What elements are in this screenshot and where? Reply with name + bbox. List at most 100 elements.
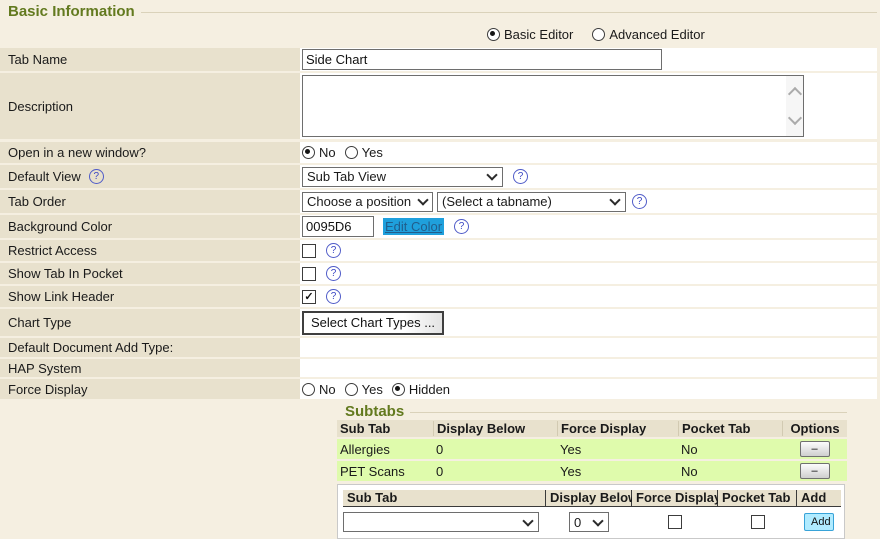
table-row: PET Scans 0 Yes No – xyxy=(337,461,847,481)
radio-selected-icon xyxy=(392,383,405,396)
tab-order-row: Tab Order Choose a position (Select a ta… xyxy=(0,190,877,213)
chevron-down-icon xyxy=(592,515,603,526)
default-document-add-type-label: Default Document Add Type: xyxy=(0,338,300,357)
open-new-window-row: Open in a new window? No Yes xyxy=(0,142,877,163)
editor-mode-group: Basic Editor Advanced Editor xyxy=(487,26,877,43)
tab-order-label: Tab Order xyxy=(0,190,300,213)
tab-order-tabname-select[interactable]: (Select a tabname) xyxy=(437,192,626,212)
basic-editor-radio[interactable]: Basic Editor xyxy=(487,27,573,42)
column-header-sub-tab: Sub Tab xyxy=(337,421,433,436)
background-color-row: Background Color Edit Color ? xyxy=(0,215,877,238)
default-view-selected-value: Sub Tab View xyxy=(307,169,386,184)
pocket-tab-cell: No xyxy=(678,464,782,479)
help-icon[interactable]: ? xyxy=(326,266,341,281)
tabname-selected-value: (Select a tabname) xyxy=(442,194,552,209)
textarea-scrollbar[interactable] xyxy=(786,76,803,136)
default-view-select[interactable]: Sub Tab View xyxy=(302,167,503,187)
description-row: Description xyxy=(0,73,877,139)
background-color-label: Background Color xyxy=(0,215,300,238)
default-view-label: Default View ? xyxy=(0,165,300,188)
show-link-header-label: Show Link Header xyxy=(0,286,300,307)
help-icon[interactable]: ? xyxy=(326,243,341,258)
column-header-force-display: Force Display xyxy=(557,421,678,436)
chevron-down-icon xyxy=(486,169,497,180)
select-chart-types-button[interactable]: Select Chart Types ... xyxy=(302,311,444,335)
section-header: Basic Information xyxy=(0,0,877,22)
force-display-label: Force Display xyxy=(0,379,300,399)
add-table-header: Sub Tab Display Below Force Display Pock… xyxy=(343,490,841,507)
radio-selected-icon xyxy=(302,146,315,159)
show-tab-in-pocket-checkbox[interactable] xyxy=(302,267,316,281)
show-tab-in-pocket-row: Show Tab In Pocket ? xyxy=(0,263,877,284)
radio-unselected-icon xyxy=(345,383,358,396)
scroll-up-icon[interactable] xyxy=(787,87,801,101)
subtabs-title: Subtabs xyxy=(345,403,404,420)
subtab-name-cell: PET Scans xyxy=(337,464,433,479)
remove-subtab-button[interactable]: – xyxy=(800,463,830,479)
help-icon[interactable]: ? xyxy=(326,289,341,304)
default-view-row: Default View ? Sub Tab View ? xyxy=(0,165,877,188)
radio-selected-icon xyxy=(487,28,500,41)
force-display-radio-yes[interactable]: Yes xyxy=(345,382,383,397)
force-display-cell: Yes xyxy=(557,464,678,479)
chart-type-row: Chart Type Select Chart Types ... xyxy=(0,309,877,336)
open-new-window-radio-no[interactable]: No xyxy=(302,145,336,160)
page-title: Basic Information xyxy=(8,3,135,20)
help-icon[interactable]: ? xyxy=(632,194,647,209)
description-label: Description xyxy=(0,73,300,139)
tab-order-position-select[interactable]: Choose a position xyxy=(302,192,433,212)
default-document-add-type-row: Default Document Add Type: xyxy=(0,338,877,357)
radio-unselected-icon xyxy=(592,28,605,41)
open-new-window-radio-yes[interactable]: Yes xyxy=(345,145,383,160)
subtabs-table-header: Sub Tab Display Below Force Display Pock… xyxy=(337,420,847,437)
tab-name-label: Tab Name xyxy=(0,48,300,71)
column-header-add: Add xyxy=(797,490,841,507)
basic-information-panel: Basic Information Basic Editor Advanced … xyxy=(0,0,877,399)
add-subtab-row: 0 Add xyxy=(343,512,841,532)
help-icon[interactable]: ? xyxy=(454,219,469,234)
description-textarea[interactable] xyxy=(302,75,804,137)
column-header-display-below: Display Below xyxy=(546,490,632,507)
add-subtab-panel: Sub Tab Display Below Force Display Pock… xyxy=(337,484,845,539)
advanced-editor-radio[interactable]: Advanced Editor xyxy=(592,27,704,42)
background-color-input[interactable] xyxy=(302,216,374,237)
column-header-display-below: Display Below xyxy=(433,421,557,436)
show-link-header-checkbox[interactable]: ✓ xyxy=(302,290,316,304)
subtabs-section: Subtabs Sub Tab Display Below Force Disp… xyxy=(337,402,847,539)
display-below-cell: 0 xyxy=(433,464,557,479)
table-row: Allergies 0 Yes No – xyxy=(337,439,847,459)
legend-divider xyxy=(410,412,847,413)
radio-unselected-icon xyxy=(345,146,358,159)
chart-type-label: Chart Type xyxy=(0,309,300,336)
restrict-access-checkbox[interactable] xyxy=(302,244,316,258)
column-header-options: Options xyxy=(782,421,847,436)
open-new-window-label: Open in a new window? xyxy=(0,142,300,163)
column-header-pocket-tab: Pocket Tab xyxy=(678,421,782,436)
legend-divider xyxy=(141,12,877,13)
restrict-access-label: Restrict Access xyxy=(0,240,300,261)
edit-color-link[interactable]: Edit Color xyxy=(383,218,444,235)
column-header-force-display: Force Display xyxy=(632,490,718,507)
subtab-name-cell: Allergies xyxy=(337,442,433,457)
force-display-radio-no[interactable]: No xyxy=(302,382,336,397)
new-pocket-tab-checkbox[interactable] xyxy=(751,515,765,529)
scroll-down-icon[interactable] xyxy=(787,111,801,125)
force-display-radio-hidden[interactable]: Hidden xyxy=(392,382,450,397)
advanced-editor-label: Advanced Editor xyxy=(609,27,704,42)
column-header-pocket-tab: Pocket Tab xyxy=(718,490,797,507)
show-tab-in-pocket-label: Show Tab In Pocket xyxy=(0,263,300,284)
chevron-down-icon xyxy=(417,194,428,205)
help-icon[interactable]: ? xyxy=(89,169,104,184)
tab-name-row: Tab Name xyxy=(0,48,877,71)
add-subtab-button[interactable]: Add xyxy=(804,513,834,531)
position-selected-value: Choose a position xyxy=(307,194,411,209)
new-subtab-select[interactable] xyxy=(343,512,539,532)
help-icon[interactable]: ? xyxy=(513,169,528,184)
remove-subtab-button[interactable]: – xyxy=(800,441,830,457)
new-display-below-select[interactable]: 0 xyxy=(569,512,609,532)
subtabs-header: Subtabs xyxy=(337,402,847,420)
restrict-access-row: Restrict Access ? xyxy=(0,240,877,261)
display-below-selected-value: 0 xyxy=(574,515,581,530)
new-force-display-checkbox[interactable] xyxy=(668,515,682,529)
tab-name-input[interactable] xyxy=(302,49,662,70)
